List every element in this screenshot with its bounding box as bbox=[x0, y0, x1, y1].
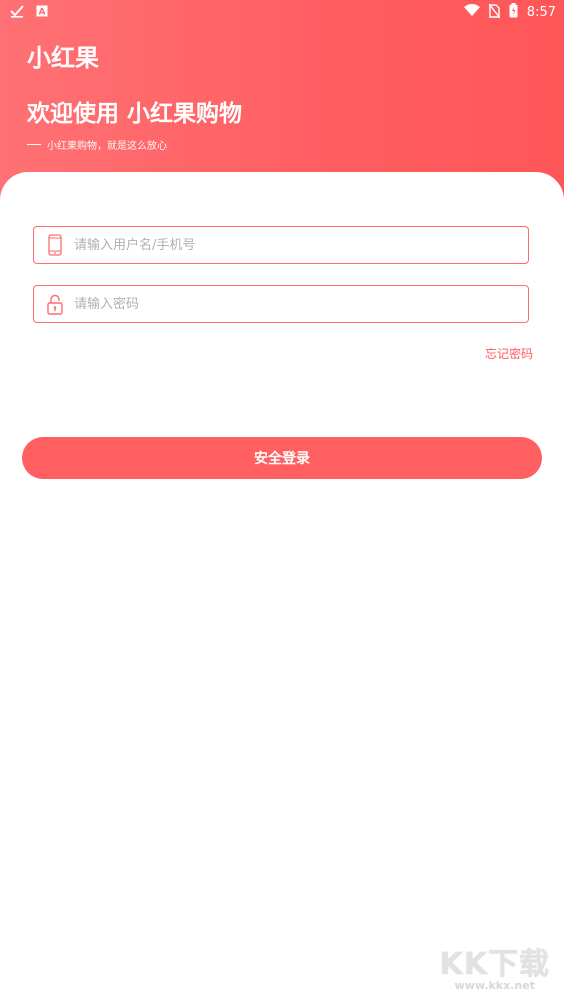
password-input[interactable] bbox=[72, 285, 528, 323]
battery-icon bbox=[509, 3, 518, 22]
app-name: 小红果 bbox=[27, 44, 99, 72]
phone-icon bbox=[34, 234, 72, 256]
wifi-icon bbox=[463, 4, 480, 21]
slogan: 小红果购物，就是这么放心 bbox=[27, 137, 167, 152]
password-field-box[interactable] bbox=[33, 285, 529, 323]
check-icon bbox=[10, 4, 24, 22]
lock-icon bbox=[34, 294, 72, 315]
welcome-title: 欢迎使用 小红果购物 bbox=[27, 101, 243, 127]
no-sim-icon bbox=[488, 3, 501, 22]
username-field-box[interactable] bbox=[33, 226, 529, 264]
status-time: 8:57 bbox=[526, 5, 556, 20]
watermark-url: www.kkx.net bbox=[454, 979, 535, 992]
status-bar: A 8:57 bbox=[0, 0, 564, 24]
login-button[interactable]: 安全登录 bbox=[22, 437, 542, 479]
slogan-text: 小红果购物，就是这么放心 bbox=[47, 141, 167, 152]
slogan-dash bbox=[27, 144, 41, 145]
forgot-password-link[interactable]: 忘记密码 bbox=[485, 345, 533, 362]
svg-text:A: A bbox=[39, 8, 46, 18]
watermark-logo: KK下载 bbox=[439, 947, 550, 982]
a-box-icon: A bbox=[36, 5, 48, 21]
username-input[interactable] bbox=[72, 226, 528, 264]
watermark: KK下载 www.kkx.net bbox=[440, 939, 551, 992]
